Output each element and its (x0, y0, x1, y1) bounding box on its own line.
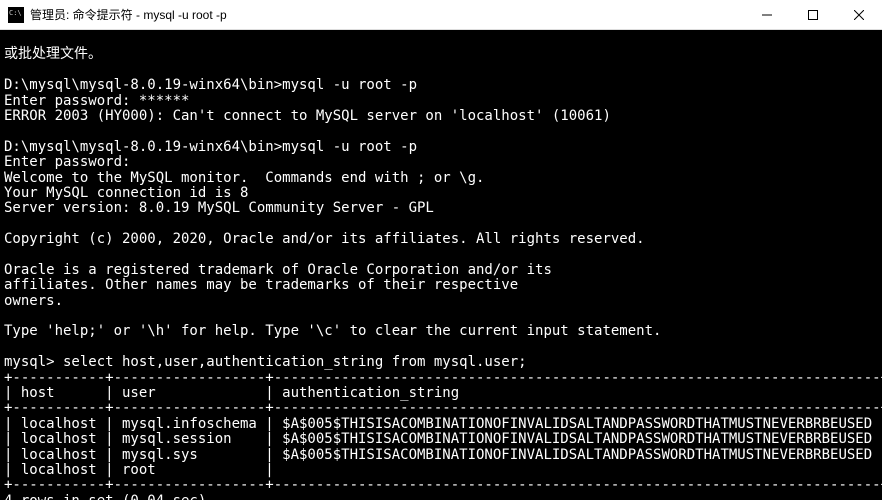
term-line: Server version: 8.0.19 MySQL Community S… (4, 200, 434, 216)
term-line: Welcome to the MySQL monitor. Commands e… (4, 170, 484, 186)
term-line: affiliates. Other names may be trademark… (4, 277, 518, 293)
term-line: | host | user | authentication_string | (4, 385, 882, 401)
term-line: Enter password: ****** (4, 93, 189, 109)
term-line: +-----------+------------------+--------… (4, 477, 882, 493)
window-controls (744, 0, 882, 29)
term-line: +-----------+------------------+--------… (4, 370, 882, 386)
term-line: D:\mysql\mysql-8.0.19-winx64\bin>mysql -… (4, 139, 417, 155)
cmd-icon (8, 7, 24, 23)
term-line: +-----------+------------------+--------… (4, 400, 882, 416)
term-line: Your MySQL connection id is 8 (4, 185, 248, 201)
term-line: Copyright (c) 2000, 2020, Oracle and/or … (4, 231, 645, 247)
term-line: D:\mysql\mysql-8.0.19-winx64\bin>mysql -… (4, 77, 417, 93)
window-titlebar: 管理员: 命令提示符 - mysql -u root -p (0, 0, 882, 30)
term-line: Enter password: (4, 154, 130, 170)
term-line: owners. (4, 293, 63, 309)
term-line: | localhost | mysql.sys | $A$005$THISISA… (4, 447, 882, 463)
window-title: 管理员: 命令提示符 - mysql -u root -p (30, 6, 744, 23)
term-line: | localhost | mysql.session | $A$005$THI… (4, 431, 882, 447)
maximize-button[interactable] (790, 0, 836, 29)
close-button[interactable] (836, 0, 882, 29)
term-line: 或批处理文件。 (4, 46, 102, 62)
term-line: | localhost | mysql.infoschema | $A$005$… (4, 416, 882, 432)
terminal-output[interactable]: 或批处理文件。 D:\mysql\mysql-8.0.19-winx64\bin… (0, 30, 882, 500)
term-line: Type 'help;' or '\h' for help. Type '\c'… (4, 323, 661, 339)
term-line: mysql> select host,user,authentication_s… (4, 354, 527, 370)
minimize-button[interactable] (744, 0, 790, 29)
term-line: Oracle is a registered trademark of Orac… (4, 262, 552, 278)
term-line: 4 rows in set (0.04 sec) (4, 493, 206, 500)
term-line: ERROR 2003 (HY000): Can't connect to MyS… (4, 108, 611, 124)
term-line: | localhost | root | | (4, 462, 882, 478)
